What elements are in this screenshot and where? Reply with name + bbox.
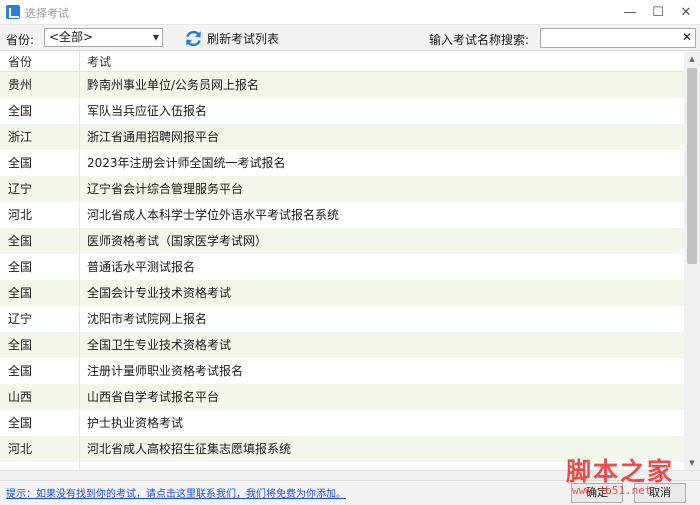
app-icon — [6, 5, 20, 19]
province-select[interactable]: <全部> ▼ — [44, 28, 163, 47]
cell-exam: 浙江省通用招聘网报平台 — [87, 130, 220, 144]
table-row[interactable]: 全国 军队当兵应征入伍报名 — [0, 98, 684, 124]
refresh-label: 刷新考试列表 — [207, 31, 280, 46]
cell-province: 全国 — [0, 410, 80, 436]
table-row[interactable]: 全国 医师资格考试（国家医学考试网） — [0, 228, 684, 254]
column-header-exam[interactable]: 考试 — [80, 52, 684, 71]
cell-exam: 医师资格考试（国家医学考试网） — [87, 234, 268, 248]
minimize-button[interactable]: — — [616, 0, 644, 25]
column-header-province[interactable]: 省份 — [0, 52, 80, 71]
ok-button[interactable]: 确定 — [571, 483, 623, 503]
cell-province: 全国 — [0, 228, 80, 254]
province-select-value: <全部> — [49, 30, 94, 44]
cell-province: 全国 — [0, 98, 80, 124]
footer: 提示：如果没有找到你的考试，请点击这里联系我们，我们将免费为你添加。 确定 取消 — [0, 480, 700, 505]
scrollbar-thumb[interactable] — [687, 68, 697, 264]
cell-exam: 河北省成人高校招生征集志愿填报系统 — [87, 442, 292, 456]
cell-exam: 辽宁省会计综合管理服务平台 — [87, 182, 244, 196]
table-row[interactable]: 全国 护士执业资格考试 — [0, 410, 684, 436]
table-row[interactable]: 辽宁 辽宁省会计综合管理服务平台 — [0, 176, 684, 202]
vertical-scrollbar[interactable]: ▲ ▼ — [684, 52, 700, 470]
scroll-up-icon[interactable]: ▲ — [684, 52, 700, 66]
search-input[interactable] — [540, 28, 696, 48]
province-label: 省份: — [6, 33, 35, 47]
cell-province: 全国 — [0, 254, 80, 280]
table-row[interactable]: 全国 注册计量师职业资格考试报名 — [0, 358, 684, 384]
cell-province: 河北 — [0, 202, 80, 228]
grid-header: 省份 考试 — [0, 52, 684, 72]
cell-exam: 注册计量师职业资格考试报名 — [87, 364, 244, 378]
table-row[interactable]: 山西 山西省自学考试报名平台 — [0, 384, 684, 410]
cell-province: 全国 — [0, 332, 80, 358]
cell-exam: 全国会计专业技术资格考试 — [87, 286, 232, 300]
cell-province: 河北 — [0, 436, 80, 462]
cell-exam: 沈阳市考试院网上报名 — [87, 312, 208, 326]
cancel-button[interactable]: 取消 — [634, 483, 686, 503]
contact-us-link[interactable]: 提示：如果没有找到你的考试，请点击这里联系我们，我们将免费为你添加。 — [6, 485, 346, 500]
cell-province: 浙江 — [0, 124, 80, 150]
cell-province: 辽宁 — [0, 176, 80, 202]
refresh-list-button[interactable]: 刷新考试列表 — [184, 28, 279, 48]
cell-province: 全国 — [0, 358, 80, 384]
table-row[interactable]: 全国 2023年注册会计师全国统一考试报名 — [0, 150, 684, 176]
toolbar: 省份: <全部> ▼ 刷新考试列表 输入考试名称搜索: ✕ — [0, 25, 700, 51]
scroll-down-icon[interactable]: ▼ — [684, 456, 700, 470]
refresh-icon — [184, 29, 203, 48]
clear-search-icon[interactable]: ✕ — [682, 30, 692, 44]
table-row[interactable]: 辽宁 沈阳市考试院网上报名 — [0, 306, 684, 332]
table-row[interactable]: 全国 普通话水平测试报名 — [0, 254, 684, 280]
table-row[interactable]: 河北 河北省成人高校招生征集志愿填报系统 — [0, 436, 684, 462]
cell-exam: 全国卫生专业技术资格考试 — [87, 338, 232, 352]
chevron-down-icon: ▼ — [152, 33, 159, 42]
table-row[interactable]: 贵州 黔南州事业单位/公务员网上报名 — [0, 72, 684, 98]
cell-exam: 黔南州事业单位/公务员网上报名 — [87, 78, 260, 92]
title-bar: 选择考试 — ☐ ✕ — [0, 0, 700, 25]
grid-body: 贵州 黔南州事业单位/公务员网上报名 全国 军队当兵应征入伍报名 浙江 浙江省通用招聘… — [0, 72, 684, 470]
cell-exam: 普通话水平测试报名 — [87, 260, 196, 274]
cell-province: 山西 — [0, 384, 80, 410]
cell-exam: 护士执业资格考试 — [87, 416, 184, 430]
cell-exam: 河北省成人本科学士学位外语水平考试报名系统 — [87, 208, 340, 222]
cell-province: 贵州 — [0, 72, 80, 98]
table-row[interactable]: 全国 全国会计专业技术资格考试 — [0, 280, 684, 306]
close-button[interactable]: ✕ — [672, 0, 700, 25]
table-row[interactable]: 浙江 浙江省通用招聘网报平台 — [0, 124, 684, 150]
window-title: 选择考试 — [25, 7, 69, 20]
cell-province: 全国 — [0, 280, 80, 306]
cell-province: 辽宁 — [0, 306, 80, 332]
cell-exam: 军队当兵应征入伍报名 — [87, 104, 208, 118]
table-row[interactable]: 河北 河北省成人本科学士学位外语水平考试报名系统 — [0, 202, 684, 228]
cell-province — [0, 462, 80, 470]
cell-exam: 山西省自学考试报名平台 — [87, 390, 220, 404]
search-label: 输入考试名称搜索: — [429, 33, 530, 47]
table-row[interactable]: 全国 全国卫生专业技术资格考试 — [0, 332, 684, 358]
table-row[interactable] — [0, 462, 684, 470]
maximize-button[interactable]: ☐ — [644, 0, 672, 25]
horizontal-scrollbar[interactable] — [0, 470, 700, 480]
cell-exam: 2023年注册会计师全国统一考试报名 — [87, 156, 286, 170]
exam-grid: 省份 考试 贵州 黔南州事业单位/公务员网上报名 全国 军队当兵应征入伍报名 浙江浙… — [0, 52, 684, 470]
cell-province: 全国 — [0, 150, 80, 176]
